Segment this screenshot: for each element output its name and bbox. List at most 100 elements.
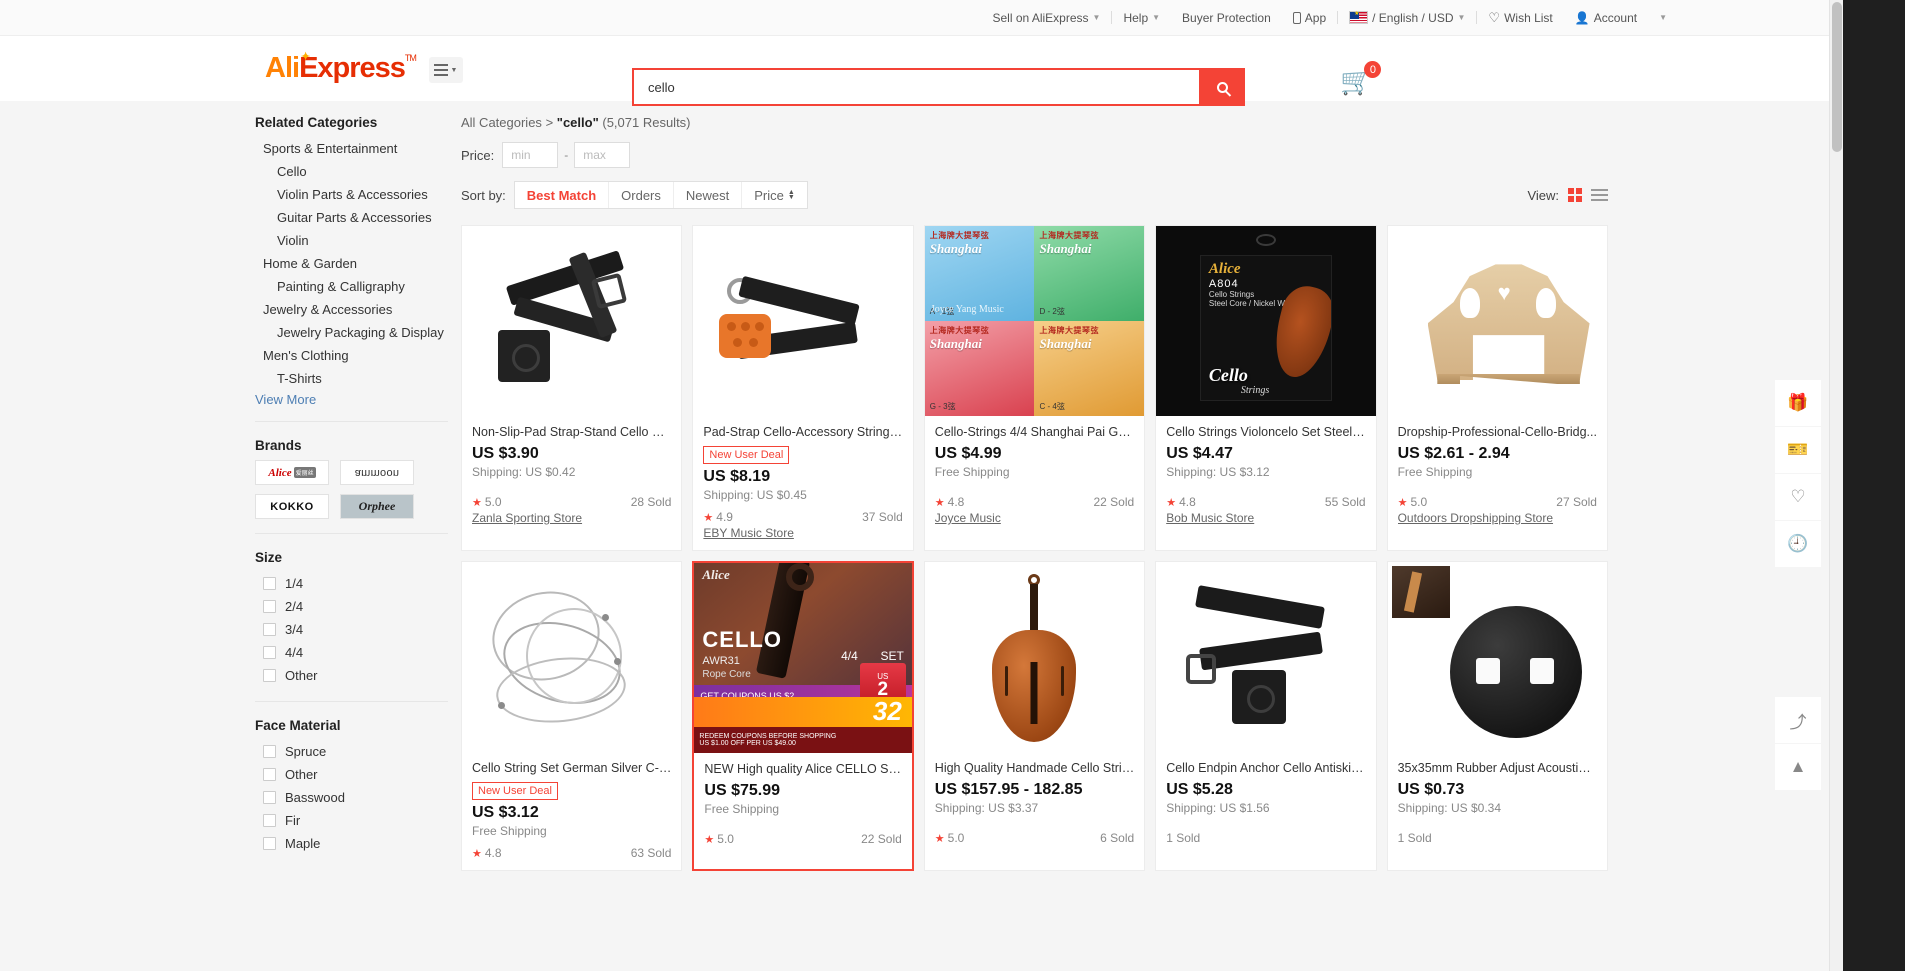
product-title[interactable]: Cello String Set German Silver C-G-... <box>472 760 671 776</box>
sort-option-orders[interactable]: Orders <box>609 182 674 208</box>
app-label: App <box>1304 10 1327 25</box>
product-title[interactable]: Cello Endpin Anchor Cello Antiskid... <box>1166 760 1365 776</box>
size-checkbox-3-4[interactable]: 3/4 <box>255 618 448 641</box>
material-checkbox-maple[interactable]: Maple <box>255 832 448 855</box>
sort-option-best-match[interactable]: Best Match <box>515 182 610 208</box>
material-checkbox-spruce[interactable]: Spruce <box>255 740 448 763</box>
product-title[interactable]: Cello-Strings 4/4 Shanghai Pai G-C ... <box>935 424 1134 440</box>
view-more-categories-link[interactable]: View More <box>255 392 316 407</box>
material-checkbox-fir[interactable]: Fir <box>255 809 448 832</box>
sidebar-category-cello[interactable]: Cello <box>255 160 448 183</box>
product-title[interactable]: Pad-Strap Cello-Accessory Stringe... <box>703 424 902 440</box>
price-max-input[interactable] <box>574 142 631 168</box>
product-title[interactable]: Non-Slip-Pad Strap-Stand Cello Mu... <box>472 424 671 440</box>
view-label: View: <box>1527 187 1559 203</box>
sell-on-aliexpress-link[interactable]: Sell on AliExpress ▼ <box>981 11 1111 25</box>
sidebar-category-guitar-parts[interactable]: Guitar Parts & Accessories <box>255 206 448 229</box>
heart-icon: ♡ <box>1488 9 1501 25</box>
categories-menu-button[interactable]: ▼ <box>428 57 463 83</box>
product-image <box>1387 562 1607 752</box>
brand-filter-alice[interactable]: Alice 爱丽丝 <box>255 460 329 485</box>
scroll-to-top-icon[interactable]: ▲ <box>1775 744 1821 790</box>
aliexpress-logo[interactable]: ✦ AliExpress TM <box>265 52 417 84</box>
account-dropdown-toggle[interactable]: ▼ <box>1648 13 1678 22</box>
product-card[interactable]: Alice A804 Cello Strings Steel Core / Ni… <box>1155 225 1377 551</box>
size-checkbox-other[interactable]: Other <box>255 664 448 687</box>
sidebar-category-jewelry-accessories[interactable]: Jewelry & Accessories <box>255 298 448 321</box>
product-title[interactable]: Dropship-Professional-Cello-Bridg... <box>1398 424 1597 440</box>
sidebar-category-home-garden[interactable]: Home & Garden <box>255 252 448 275</box>
sidebar-category-sports-entertainment[interactable]: Sports & Entertainment <box>255 137 448 160</box>
app-link[interactable]: App <box>1282 11 1337 25</box>
search-icon <box>1216 81 1228 93</box>
locale-selector[interactable]: / English / USD ▼ <box>1338 9 1476 25</box>
logo-ali-text: Ali <box>265 52 300 84</box>
wish-list-link[interactable]: ♡ Wish List <box>1477 10 1563 26</box>
divider <box>255 421 448 422</box>
product-title[interactable]: 35x35mm Rubber Adjust Acoustic ... <box>1398 760 1597 776</box>
history-clock-icon[interactable]: 🕘 <box>1775 521 1821 567</box>
list-view-icon[interactable] <box>1591 189 1608 201</box>
product-image <box>1156 562 1376 752</box>
product-card-selected[interactable]: Alice CELLO AWR31 Rope Core 4/4 SET GET C… <box>692 561 914 871</box>
phone-icon <box>1292 11 1301 24</box>
chevron-down-icon: ▼ <box>450 66 458 74</box>
gift-promo-icon[interactable]: 🎁 <box>1775 380 1821 426</box>
product-card[interactable]: Non-Slip-Pad Strap-Stand Cello Mu... US … <box>461 225 683 551</box>
brand-filter-ammoon[interactable]: ammoon <box>340 460 414 485</box>
product-card[interactable]: High Quality Handmade Cello Strin... US … <box>923 561 1146 871</box>
product-title[interactable]: High Quality Handmade Cello Strin... <box>935 760 1134 776</box>
sidebar-category-tshirts[interactable]: T-Shirts <box>255 367 448 390</box>
buyer-protection-link[interactable]: Buyer Protection <box>1171 11 1282 25</box>
sidebar-category-mens-clothing[interactable]: Men's Clothing <box>255 344 448 367</box>
product-title[interactable]: Cello Strings Violoncelo Set Steel-C... <box>1166 424 1365 440</box>
size-checkbox-4-4[interactable]: 4/4 <box>255 641 448 664</box>
product-card[interactable]: Cello Endpin Anchor Cello Antiskid... US… <box>1155 561 1377 871</box>
search-results-column: All Categories > "cello" (5,071 Results)… <box>448 115 1608 871</box>
sidebar-category-jewelry-packaging[interactable]: Jewelry Packaging & Display <box>255 321 448 344</box>
product-title[interactable]: NEW High quality Alice CELLO Strin... <box>704 761 901 777</box>
material-label: Other <box>285 767 318 782</box>
search-button[interactable] <box>1199 68 1245 106</box>
product-store-link[interactable]: Outdoors Dropshipping Store <box>1398 511 1597 525</box>
product-card[interactable]: Pad-Strap Cello-Accessory Stringe... New… <box>692 225 914 551</box>
account-label: Account <box>1593 10 1638 25</box>
breadcrumb-all-categories[interactable]: All Categories <box>461 115 542 130</box>
top-utility-bar: Sell on AliExpress ▼ Help ▼ Buyer Protec… <box>0 0 1843 36</box>
scrollbar-thumb[interactable] <box>1832 2 1842 152</box>
product-card[interactable]: 35x35mm Rubber Adjust Acoustic ... US $0… <box>1386 561 1608 871</box>
grid-view-icon[interactable] <box>1568 188 1582 202</box>
wishlist-heart-icon[interactable]: ♡ <box>1775 474 1821 520</box>
sort-option-price[interactable]: Price ▲ ▼ <box>742 182 807 208</box>
product-store-link[interactable]: Zanla Sporting Store <box>472 511 671 525</box>
coupon-icon[interactable]: 🎫 <box>1775 427 1821 473</box>
material-checkbox-basswood[interactable]: Basswood <box>255 786 448 809</box>
product-info: Pad-Strap Cello-Accessory Stringe... New… <box>693 416 912 550</box>
product-meta: ★ 4.8 55 Sold <box>1166 495 1365 509</box>
sidebar-category-violin[interactable]: Violin <box>255 229 448 252</box>
brand-filter-kokko[interactable]: KOKKO <box>255 494 329 519</box>
locale-label: / English / USD <box>1372 10 1454 25</box>
product-store-link[interactable]: Joyce Music <box>935 511 1134 525</box>
price-min-input[interactable] <box>502 142 559 168</box>
cart-button[interactable]: 🛒 0 <box>1340 61 1382 97</box>
brand-filter-orphee[interactable]: Orphee <box>340 494 414 519</box>
sidebar-category-painting-calligraphy[interactable]: Painting & Calligraphy <box>255 275 448 298</box>
size-checkbox-2-4[interactable]: 2/4 <box>255 595 448 618</box>
sidebar-category-violin-parts[interactable]: Violin Parts & Accessories <box>255 183 448 206</box>
account-link[interactable]: 👤 Account <box>1564 11 1648 25</box>
size-checkbox-1-4[interactable]: 1/4 <box>255 572 448 595</box>
help-link[interactable]: Help ▼ <box>1112 11 1171 25</box>
star-icon: ★ <box>934 497 945 509</box>
product-card[interactable]: ♥ Dropship-Professional-Cello-Bridg... U… <box>1386 225 1608 551</box>
page-scrollbar[interactable] <box>1829 0 1843 971</box>
material-checkbox-other[interactable]: Other <box>255 763 448 786</box>
product-store-link[interactable]: Bob Music Store <box>1166 511 1365 525</box>
product-card[interactable]: Cello String Set German Silver C-G-... N… <box>461 561 683 871</box>
share-icon[interactable]: ⤴ <box>1775 697 1821 743</box>
product-store-link[interactable]: EBY Music Store <box>703 526 902 540</box>
search-input[interactable] <box>634 70 1199 104</box>
sort-option-newest[interactable]: Newest <box>674 182 743 208</box>
product-meta: ★ 4.9 37 Sold <box>703 510 902 524</box>
product-card[interactable]: 上海牌大提琴弦 Shanghai A - 1弦 上海牌大提琴弦 Shanghai D -… <box>923 225 1146 551</box>
